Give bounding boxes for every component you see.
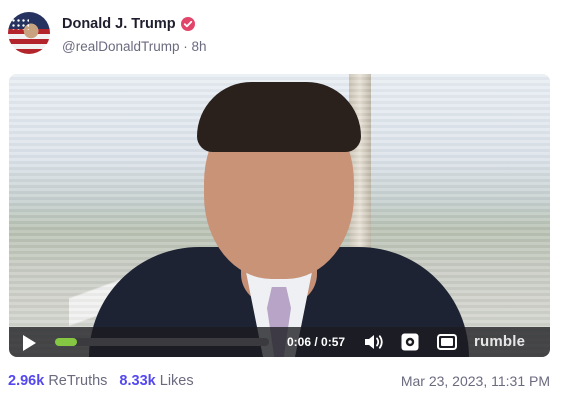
video-controls: 0:06 / 0:57 rumble: [9, 327, 550, 357]
engagement-stats: 2.96k ReTruths 8.33k Likes: [8, 373, 194, 389]
handle-and-time: @realDonaldTrump · 8h: [62, 39, 207, 54]
avatar[interactable]: [8, 12, 50, 54]
post-timestamp: Mar 23, 2023, 11:31 PM: [400, 373, 550, 389]
likes-stat[interactable]: 8.33k Likes: [119, 373, 193, 389]
post-header: Donald J. Trump @realDonaldTrump · 8h: [8, 12, 560, 58]
video-player[interactable]: 0:06 / 0:57 rumble: [9, 74, 550, 357]
rumble-logo[interactable]: rumble: [474, 333, 525, 350]
video-time: 0:06 / 0:57: [287, 335, 346, 349]
verified-badge-icon: [180, 17, 195, 31]
display-name[interactable]: Donald J. Trump: [62, 16, 176, 32]
retruths-stat[interactable]: 2.96k ReTruths: [8, 373, 107, 389]
settings-icon[interactable]: [401, 333, 419, 351]
theater-mode-icon[interactable]: [437, 334, 457, 350]
likes-label: Likes: [159, 373, 194, 389]
progress-bar[interactable]: [55, 338, 269, 346]
volume-icon[interactable]: [363, 333, 385, 351]
likes-count: 8.33k: [119, 373, 156, 389]
name-row: Donald J. Trump: [62, 16, 195, 32]
retruths-count: 2.96k: [8, 373, 45, 389]
progress-fill: [55, 338, 78, 346]
retruths-label: ReTruths: [48, 373, 108, 389]
video-speaker: [89, 74, 469, 357]
play-icon[interactable]: [23, 335, 36, 351]
